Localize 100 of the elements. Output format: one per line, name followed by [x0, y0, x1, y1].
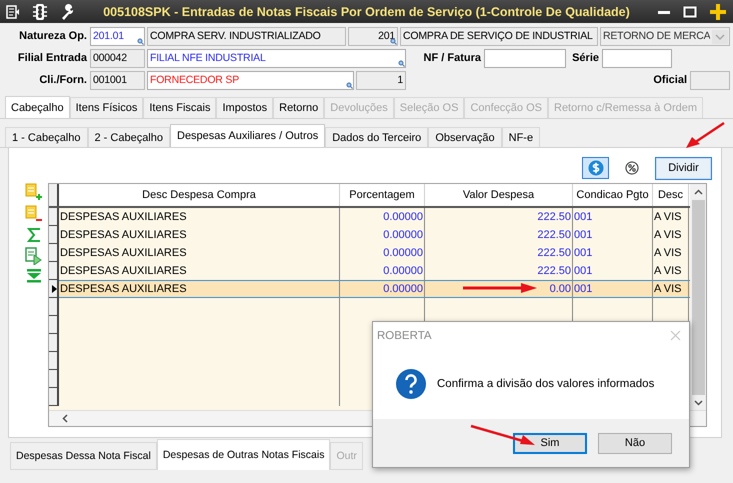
remove-row-icon[interactable] [24, 205, 42, 223]
row-header[interactable] [49, 208, 59, 226]
table-cell: DESPESAS AUXILIARES [60, 211, 187, 223]
input-field[interactable]: 001001 [90, 71, 145, 90]
column-header[interactable]: Desc Despesa Compra [59, 184, 340, 206]
vertical-scrollbar[interactable] [690, 184, 706, 410]
table-cell: 001 [574, 211, 592, 223]
tab[interactable]: 1 - Cabeçalho [5, 127, 88, 147]
field-label: Oficial [652, 73, 688, 88]
row-header[interactable] [49, 316, 59, 334]
row-header[interactable] [49, 388, 59, 406]
field-label: Natureza Op. [18, 29, 88, 44]
row-header[interactable] [49, 226, 59, 244]
dialog-message: Confirma a divisão dos valores informados [437, 378, 654, 390]
dialog-button[interactable]: Sim [513, 432, 587, 454]
input-field[interactable] [690, 71, 730, 90]
annotation-arrow [684, 121, 726, 151]
table-cell: 001 [574, 283, 592, 295]
table-row[interactable]: DESPESAS AUXILIARES 0.00000 222.50 001 A VIS [49, 226, 690, 244]
input-field[interactable]: 201 [348, 27, 398, 46]
input-field[interactable]: FILIAL NFE INDUSTRIAL [147, 49, 406, 68]
tab[interactable]: Cabeçalho [5, 96, 70, 118]
dialog-title: ROBERTA [377, 330, 432, 342]
table-cell: A VIS [654, 247, 682, 259]
input-field[interactable]: FORNECEDOR SP [147, 71, 354, 90]
column-header[interactable]: Porcentagem [340, 184, 425, 206]
input-field[interactable]: 1 [356, 71, 406, 90]
chevron-down-icon [712, 30, 728, 44]
table-cell: 0.00000 [383, 247, 423, 259]
row-header[interactable] [49, 298, 59, 316]
chevron-up-icon[interactable] [694, 189, 702, 195]
input-field[interactable]: COMPRA DE SERVIÇO DE INDUSTRIAL [400, 27, 598, 46]
dollar-icon [588, 160, 604, 176]
table-cell: 0.00000 [383, 283, 423, 295]
input-field[interactable]: 000042 [90, 49, 145, 68]
column-header[interactable]: Valor Despesa [425, 184, 573, 206]
field-label: Cli./Forn. [38, 73, 88, 88]
export-icon[interactable] [24, 247, 42, 265]
table-cell: A VIS [654, 283, 682, 295]
tab[interactable]: Retorno [273, 97, 324, 118]
row-header[interactable] [49, 352, 59, 370]
field-label: Filial Entrada [16, 51, 88, 66]
add-row-icon[interactable] [24, 183, 42, 201]
tab[interactable]: Itens Fiscais [143, 97, 216, 118]
question-icon [395, 368, 427, 400]
traffic-light-icon[interactable] [32, 2, 48, 20]
table-row[interactable]: DESPESAS AUXILIARES 0.00000 222.50 001 A VIS [49, 244, 690, 262]
tab[interactable]: Despesas de Outras Notas Fiscais [156, 439, 330, 470]
tab[interactable]: Impostos [216, 97, 274, 118]
row-header[interactable] [49, 280, 59, 298]
table-cell: A VIS [654, 265, 682, 277]
tab[interactable]: NF-e [502, 127, 540, 147]
table-cell: 222.50 [537, 211, 571, 223]
download-icon[interactable] [26, 269, 42, 283]
search-icon[interactable] [390, 38, 397, 45]
input-field[interactable]: COMPRA SERV. INDUSTRIALIZADO [147, 27, 346, 46]
chevron-left-icon[interactable] [62, 414, 68, 423]
sum-icon[interactable] [26, 227, 42, 243]
input-field[interactable] [484, 49, 566, 68]
table-cell: DESPESAS AUXILIARES [60, 283, 187, 295]
tab[interactable]: Itens Físicos [70, 97, 144, 118]
chevron-down-icon[interactable] [694, 400, 702, 406]
table-cell: 001 [574, 247, 592, 259]
table-cell: 222.50 [537, 229, 571, 241]
dialog-button[interactable]: Não [598, 432, 672, 454]
table-row[interactable]: DESPESAS AUXILIARES 0.00000 222.50 001 A VIS [49, 208, 690, 226]
field-label: Série [571, 51, 600, 66]
table-cell: 0.00000 [383, 229, 423, 241]
tab[interactable]: Despesas Dessa Nota Fiscal [10, 442, 157, 470]
tab[interactable]: 2 - Cabeçalho [88, 127, 170, 147]
table-cell: DESPESAS AUXILIARES [60, 247, 187, 259]
currency-button[interactable] [582, 157, 609, 179]
input-field[interactable] [602, 49, 672, 68]
tab[interactable]: Observação [428, 127, 502, 147]
tab[interactable]: Despesas Auxiliares / Outros [170, 124, 326, 147]
row-header[interactable] [49, 244, 59, 262]
wrench-icon[interactable] [60, 4, 76, 20]
table-cell: 001 [574, 265, 592, 277]
menu-icon[interactable] [6, 4, 20, 18]
table-cell: 0.00 [550, 283, 571, 295]
plus-icon[interactable] [709, 2, 727, 20]
row-pointer-icon [52, 284, 57, 292]
divide-button[interactable]: Dividir [655, 156, 712, 180]
row-header[interactable] [49, 262, 59, 280]
table-cell: 222.50 [537, 247, 571, 259]
percent-icon [625, 161, 639, 175]
window-title: 005108SPK - Entradas de Notas Fiscais Por Ordem de Serviço (1-Controle De Qualidade) [102, 4, 631, 18]
tab[interactable]: Dados do Terceiro [325, 127, 428, 147]
column-header[interactable]: Condicao Pgto [573, 184, 653, 206]
table-cell: A VIS [654, 229, 682, 241]
row-header[interactable] [49, 370, 59, 388]
table-cell: DESPESAS AUXILIARES [60, 229, 187, 241]
column-header[interactable]: Desc [653, 184, 689, 206]
maximize-icon[interactable] [683, 4, 697, 18]
table-row[interactable]: DESPESAS AUXILIARES 0.00000 0.00 001 A VIS [49, 280, 690, 298]
table-cell: DESPESAS AUXILIARES [60, 265, 187, 277]
table-cell: 001 [574, 229, 592, 241]
input-field[interactable]: 201.01 [90, 27, 145, 46]
row-header[interactable] [49, 334, 59, 352]
table-cell: 222.50 [537, 265, 571, 277]
